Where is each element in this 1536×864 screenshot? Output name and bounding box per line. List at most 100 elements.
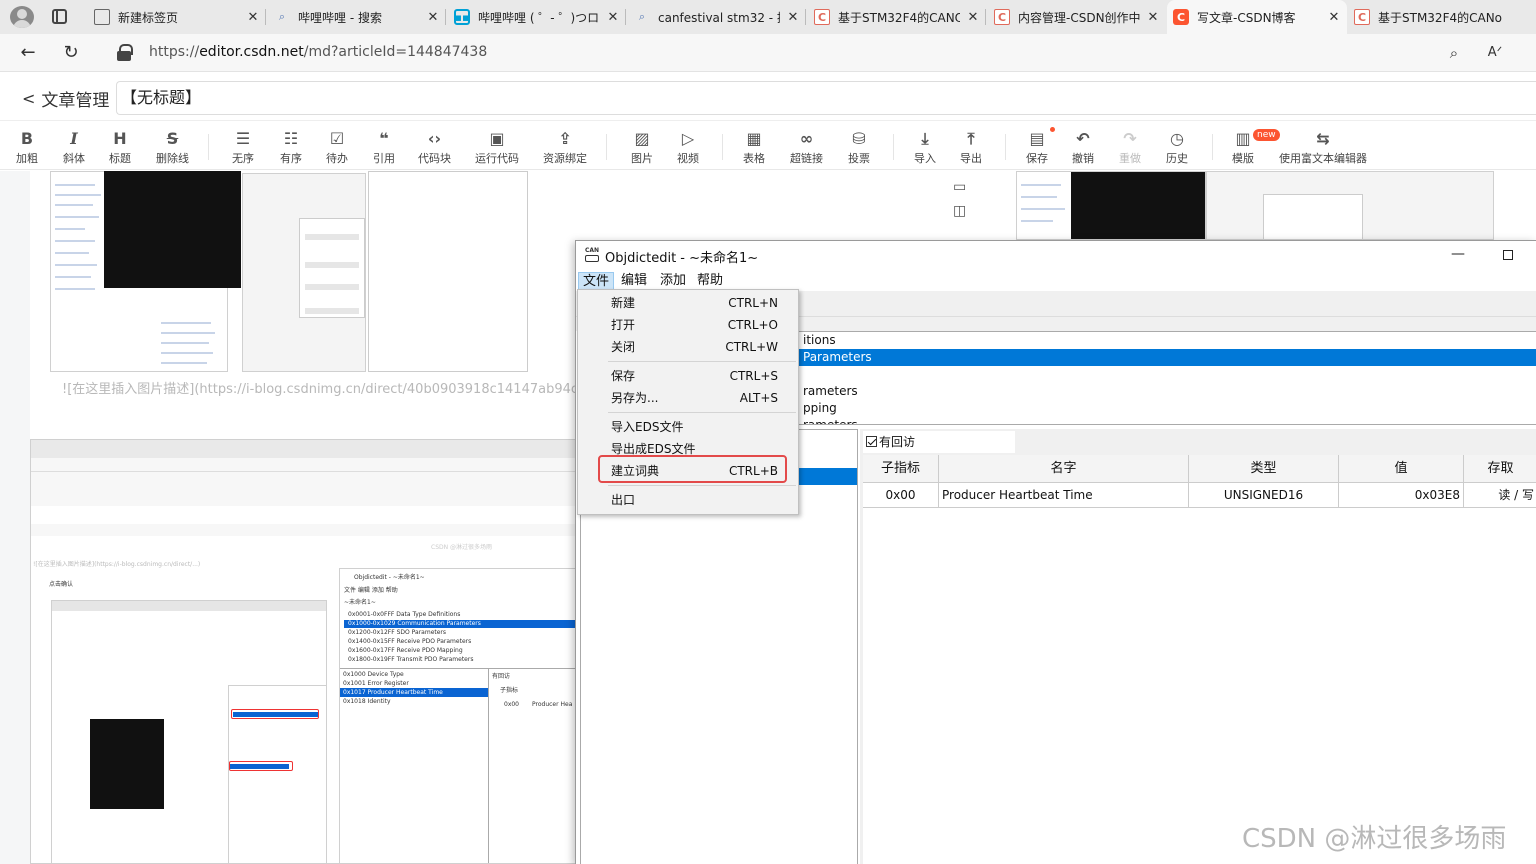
redo-button[interactable]: ↷ 重做: [1119, 128, 1141, 166]
profile-avatar-icon[interactable]: [10, 6, 34, 28]
browser-tab-bilibili[interactable]: ▪▪ 哔哩哔哩 ( ゜- ゜)つロ 乾 ✕: [448, 0, 626, 34]
close-icon[interactable]: ✕: [426, 10, 440, 25]
ordered-list-button[interactable]: ☷ 有序: [280, 128, 302, 166]
column-header[interactable]: 类型: [1189, 455, 1339, 483]
browser-tab-bili-search[interactable]: ⌕ 哔哩哔哩 - 搜索 ✕: [268, 0, 446, 34]
table-cell[interactable]: 读 / 写: [1464, 483, 1536, 508]
browser-navbar: ← ↻ https://editor.csdn.net/md?articleId…: [0, 34, 1536, 72]
menu-item-import-eds[interactable]: 导入EDS文件: [578, 416, 798, 438]
video-button[interactable]: ▷ 视频: [677, 128, 699, 166]
column-header[interactable]: 子指标: [863, 455, 939, 483]
hyperlink-button[interactable]: ∞ 超链接: [790, 128, 823, 166]
tab-actions-icon[interactable]: [52, 9, 67, 24]
callback-checkbox[interactable]: 有回访: [863, 431, 1015, 453]
browser-tab-stm32-canopen[interactable]: C 基于STM32F4的CANO ✕: [808, 0, 986, 34]
csdn-icon: C: [814, 9, 830, 25]
close-icon[interactable]: ✕: [966, 10, 980, 25]
search-icon: ⌕: [278, 10, 286, 23]
search-icon: ⌕: [638, 10, 646, 23]
code-block-button[interactable]: ‹› 代码块: [418, 128, 451, 166]
new-badge: new: [1253, 129, 1280, 141]
panel-icon[interactable]: ▭: [953, 179, 966, 195]
browser-tab-canfestival-search[interactable]: ⌕ canfestival stm32 - 搜索 ✕: [628, 0, 806, 34]
subindex-pane: 有回访 子指标 名字 类型 值 存取 0x00 Producer Heartbe…: [863, 429, 1536, 864]
menu-item-exit[interactable]: 出口: [578, 489, 798, 511]
thumbnail-nested-level2: [51, 600, 327, 863]
editor-toolbar: B 加粗 I 斜体 H 标题 S 删除线 ☰ 无序 ☷ 有序 ☑ 待办 ❝ 引用 ‹› 代码块 ▣…: [0, 122, 1536, 170]
table-button[interactable]: ▦ 表格: [743, 128, 765, 166]
csdn-watermark: CSDN @淋过很多场雨: [1242, 824, 1507, 854]
menu-item-close[interactable]: 关闭 CTRL+W: [578, 336, 798, 358]
column-header[interactable]: 值: [1339, 455, 1464, 483]
minimize-icon[interactable]: —: [1451, 246, 1465, 262]
article-title-input[interactable]: 【无标题】: [116, 81, 1536, 115]
chevron-left-icon: <: [22, 89, 36, 108]
close-icon[interactable]: ✕: [1146, 10, 1160, 25]
rich-text-editor-button[interactable]: ⇆ 使用富文本编辑器: [1279, 128, 1367, 166]
menu-add[interactable]: 添加: [656, 272, 690, 290]
browser-tab-write-article[interactable]: C 写文章-CSDN博客 ✕: [1167, 0, 1347, 34]
file-menu-dropdown: 新建 CTRL+N 打开 CTRL+O 关闭 CTRL+W 保存 CTRL+S 另存为.…: [577, 289, 799, 515]
import-button[interactable]: ⤓ 导入: [914, 128, 936, 166]
zoom-icon[interactable]: ⌕: [1443, 42, 1465, 64]
quote-button[interactable]: ❝ 引用: [373, 128, 395, 166]
back-to-article-manage[interactable]: < 文章管理: [22, 86, 109, 111]
browser-tab-content-manage[interactable]: C 内容管理-CSDN创作中 ✕: [988, 0, 1166, 34]
refresh-icon[interactable]: ↻: [60, 42, 82, 64]
lock-icon[interactable]: [117, 44, 133, 62]
table-cell[interactable]: 0x00: [863, 483, 939, 508]
todo-list-button[interactable]: ☑ 待办: [326, 128, 348, 166]
strikethrough-button[interactable]: S 删除线: [156, 128, 189, 166]
column-header[interactable]: 名字: [939, 455, 1189, 483]
page-icon: [94, 9, 110, 25]
menu-item-save[interactable]: 保存 CTRL+S: [578, 365, 798, 387]
read-aloud-icon[interactable]: Aᐟ: [1484, 42, 1506, 64]
resource-bind-button[interactable]: ⇪ 资源绑定: [543, 128, 587, 166]
save-button[interactable]: ▤ 保存: [1026, 128, 1048, 166]
split-view-icon[interactable]: ◫: [953, 203, 966, 219]
column-header[interactable]: 存取: [1464, 455, 1536, 483]
menu-separator: [608, 485, 796, 486]
bold-button[interactable]: B 加粗: [16, 128, 38, 166]
address-bar[interactable]: https://editor.csdn.net/md?articleId=144…: [149, 44, 487, 60]
close-icon[interactable]: ✕: [246, 10, 260, 25]
run-code-button[interactable]: ▣ 运行代码: [475, 128, 519, 166]
table-cell[interactable]: UNSIGNED16: [1189, 483, 1339, 508]
export-button[interactable]: ⤒ 导出: [960, 128, 982, 166]
menu-file[interactable]: 文件: [578, 272, 615, 290]
unordered-list-button[interactable]: ☰ 无序: [232, 128, 254, 166]
checkbox-checked-icon: [866, 436, 877, 447]
menu-item-new[interactable]: 新建 CTRL+N: [578, 292, 798, 314]
menu-item-save-as[interactable]: 另存为... ALT+S: [578, 387, 798, 409]
menu-separator: [608, 361, 796, 362]
table-cell[interactable]: Producer Heartbeat Time: [939, 483, 1189, 508]
menu-item-open[interactable]: 打开 CTRL+O: [578, 314, 798, 336]
window-titlebar[interactable]: CAN Objdictedit - ~未命名1~ —: [576, 241, 1536, 271]
close-icon[interactable]: ✕: [606, 10, 620, 25]
table-cell[interactable]: 0x03E8: [1339, 483, 1464, 508]
undo-button[interactable]: ↶ 撤销: [1072, 128, 1094, 166]
image-markdown-line[interactable]: ![在这里插入图片描述](https://i-blog.csdnimg.cn/d…: [62, 378, 610, 397]
history-button[interactable]: ◷ 历史: [1166, 128, 1188, 166]
vote-button[interactable]: ⛁ 投票: [848, 128, 870, 166]
preview-thumbnail: [1016, 171, 1206, 240]
maximize-icon[interactable]: [1503, 250, 1513, 260]
close-icon[interactable]: ✕: [786, 10, 800, 25]
back-arrow-icon[interactable]: ←: [17, 42, 39, 64]
can-app-icon: CAN: [585, 247, 601, 263]
subindex-grid[interactable]: 子指标 名字 类型 值 存取 0x00 Producer Heartbeat T…: [863, 455, 1536, 864]
thumbnail-nested-screenshot: ![在这里插入图片描述](https://i-blog.csdnimg.cn/d…: [30, 439, 576, 864]
browser-tab-stm32-canopen-2[interactable]: C 基于STM32F4的CANo: [1348, 0, 1536, 34]
thumbnail-blank: [368, 171, 528, 372]
heading-button[interactable]: H 标题: [109, 128, 131, 166]
close-icon[interactable]: ✕: [1327, 10, 1341, 25]
browser-tab-new[interactable]: 新建标签页 ✕: [88, 0, 266, 34]
template-button[interactable]: ▥ 模版: [1232, 128, 1254, 166]
menu-edit[interactable]: 编辑: [617, 272, 651, 290]
csdn-icon: C: [1173, 9, 1189, 25]
thumbnail-nested-dictedit: Objdictedit - ~未命名1~ 文件 编辑 添加 帮助 ~未命名1~ …: [339, 568, 575, 863]
italic-button[interactable]: I 斜体: [63, 128, 85, 166]
thumbnail-console: [104, 171, 241, 288]
menu-help[interactable]: 帮助: [693, 272, 727, 290]
image-button[interactable]: ▨ 图片: [631, 128, 653, 166]
